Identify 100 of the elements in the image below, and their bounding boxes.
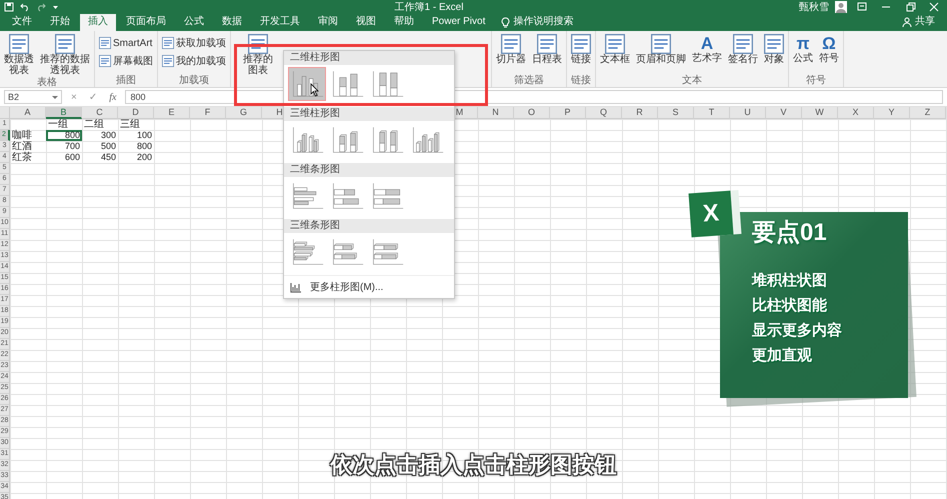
- column-header[interactable]: R: [622, 107, 658, 119]
- ribbon-tab[interactable]: 开始: [42, 14, 78, 31]
- column-header[interactable]: C: [82, 107, 118, 119]
- column-header[interactable]: O: [514, 107, 550, 119]
- sheet-icon: [764, 34, 784, 54]
- column-header[interactable]: Z: [910, 107, 946, 119]
- table-cell: 800: [46, 130, 82, 141]
- column-header[interactable]: Y: [874, 107, 910, 119]
- column-header[interactable]: E: [154, 107, 190, 119]
- column-header[interactable]: S: [658, 107, 694, 119]
- section-header: 二维条形图: [284, 163, 454, 177]
- table-cell-text: 200: [136, 152, 153, 163]
- ribbon-tab[interactable]: 页面布局: [118, 14, 174, 31]
- formula-button[interactable]: fx: [106, 92, 120, 102]
- ribbon-tab[interactable]: 插入: [80, 14, 116, 31]
- column-chart-icon: [290, 125, 324, 155]
- caret-icon: [52, 94, 58, 100]
- bar-chart-icon: [330, 237, 364, 267]
- ribbon-button[interactable]: 数据透视表: [2, 33, 36, 77]
- column-header[interactable]: D: [118, 107, 154, 119]
- column-header[interactable]: V: [766, 107, 802, 119]
- column-header[interactable]: A: [10, 107, 46, 119]
- tell-me-search[interactable]: 操作说明搜索: [495, 14, 580, 31]
- sheet-icon: [162, 55, 174, 67]
- table-cell-text: 500: [100, 141, 117, 152]
- column-header[interactable]: F: [190, 107, 226, 119]
- column-header[interactable]: X: [838, 107, 874, 119]
- ribbon-tab[interactable]: Power Pivot: [424, 14, 494, 31]
- ribbon-button[interactable]: A 艺术字: [690, 33, 724, 65]
- ribbon-button[interactable]: 屏幕截图: [97, 54, 155, 68]
- sheet-icon: [733, 34, 753, 54]
- table-cell-text: 三组: [119, 119, 141, 130]
- ribbon-button[interactable]: 文本框: [598, 33, 632, 66]
- group-label: 表格: [37, 77, 57, 88]
- ribbon-button[interactable]: 推荐的数据透视表: [38, 33, 92, 77]
- ribbon-tab[interactable]: 文件: [4, 14, 40, 31]
- ribbon-button[interactable]: 切片器: [494, 33, 528, 66]
- column-header[interactable]: N: [478, 107, 514, 119]
- table-cell-text: 100: [136, 130, 153, 141]
- ribbon-button[interactable]: 获取加载项: [160, 36, 228, 50]
- symbol-icon: π: [796, 34, 810, 53]
- bar-chart-icon: [370, 181, 404, 211]
- ribbon-tab[interactable]: 帮助: [386, 14, 422, 31]
- symbol-icon: A: [700, 34, 714, 53]
- column-chart-icon: [330, 125, 364, 155]
- share-button[interactable]: 共享: [896, 14, 941, 31]
- column-chart-icon: [290, 282, 302, 292]
- group-label: 插图: [116, 75, 136, 86]
- column-header[interactable]: T: [694, 107, 730, 119]
- person-icon: [902, 17, 912, 27]
- section-header: 三维柱形图: [284, 107, 454, 121]
- section-header: 二维柱形图: [284, 51, 454, 65]
- ribbon-tab[interactable]: 审阅: [310, 14, 346, 31]
- sheet-icon: [501, 34, 521, 54]
- column-header[interactable]: W: [802, 107, 838, 119]
- ribbon-button[interactable]: 我的加载项: [160, 54, 228, 68]
- window-title: 工作簿1 - Excel: [394, 1, 464, 14]
- name-box[interactable]: B2: [4, 90, 62, 104]
- ribbon-button[interactable]: Ω 符号: [817, 33, 841, 65]
- redo-icon[interactable]: [36, 2, 46, 12]
- sheet-icon: [99, 55, 111, 67]
- table-cell-text: 二组: [83, 119, 105, 130]
- section-header: 三维条形图: [284, 219, 454, 233]
- sheet-icon: [605, 34, 625, 54]
- ribbon-button[interactable]: π 公式: [791, 33, 815, 65]
- column-header[interactable]: B: [46, 107, 82, 119]
- ribbon-tab[interactable]: 公式: [176, 14, 212, 31]
- column-header[interactable]: G: [226, 107, 262, 119]
- more-charts-item[interactable]: 更多柱形图(M)...: [284, 275, 454, 298]
- ribbon-tab[interactable]: 数据: [214, 14, 250, 31]
- ribbon-button[interactable]: 推荐的图表: [241, 33, 275, 77]
- ribbon-button[interactable]: 链接: [569, 33, 593, 66]
- chart-type-option[interactable]: [288, 67, 326, 101]
- column-header[interactable]: U: [730, 107, 766, 119]
- ribbon-tab[interactable]: 视图: [348, 14, 384, 31]
- undo-icon[interactable]: [20, 2, 30, 12]
- caret-icon[interactable]: [52, 4, 59, 10]
- save-icon[interactable]: [4, 2, 14, 12]
- ribbon-button[interactable]: 对象: [762, 33, 786, 66]
- group-label: 加载项: [179, 75, 209, 86]
- table-cell-text: 600: [64, 152, 81, 163]
- ribbon-button[interactable]: SmartArt: [97, 36, 154, 50]
- sheet-icon: [571, 34, 591, 54]
- column-chart-icon: [330, 69, 364, 99]
- ribbon-button[interactable]: 日程表: [530, 33, 564, 66]
- group-label: 筛选器: [514, 75, 544, 86]
- ribbon-tab[interactable]: 开发工具: [252, 14, 308, 31]
- tip-line: 显示更多内容: [752, 322, 842, 340]
- ribbon-button[interactable]: 页眉和页脚: [634, 33, 688, 66]
- group-label: 文本: [682, 75, 702, 86]
- column-header[interactable]: P: [550, 107, 586, 119]
- column-header[interactable]: Q: [586, 107, 622, 119]
- bar-chart-icon: [290, 181, 324, 211]
- ribbon-button[interactable]: 签名行: [726, 33, 760, 66]
- tip-heading: 要点01: [752, 218, 827, 248]
- table-cell-text: 450: [100, 152, 117, 163]
- column-chart-icon: [370, 125, 404, 155]
- column-chart-icon: [370, 69, 404, 99]
- bar-chart-icon: [290, 237, 324, 267]
- group-label: 链接: [571, 75, 591, 86]
